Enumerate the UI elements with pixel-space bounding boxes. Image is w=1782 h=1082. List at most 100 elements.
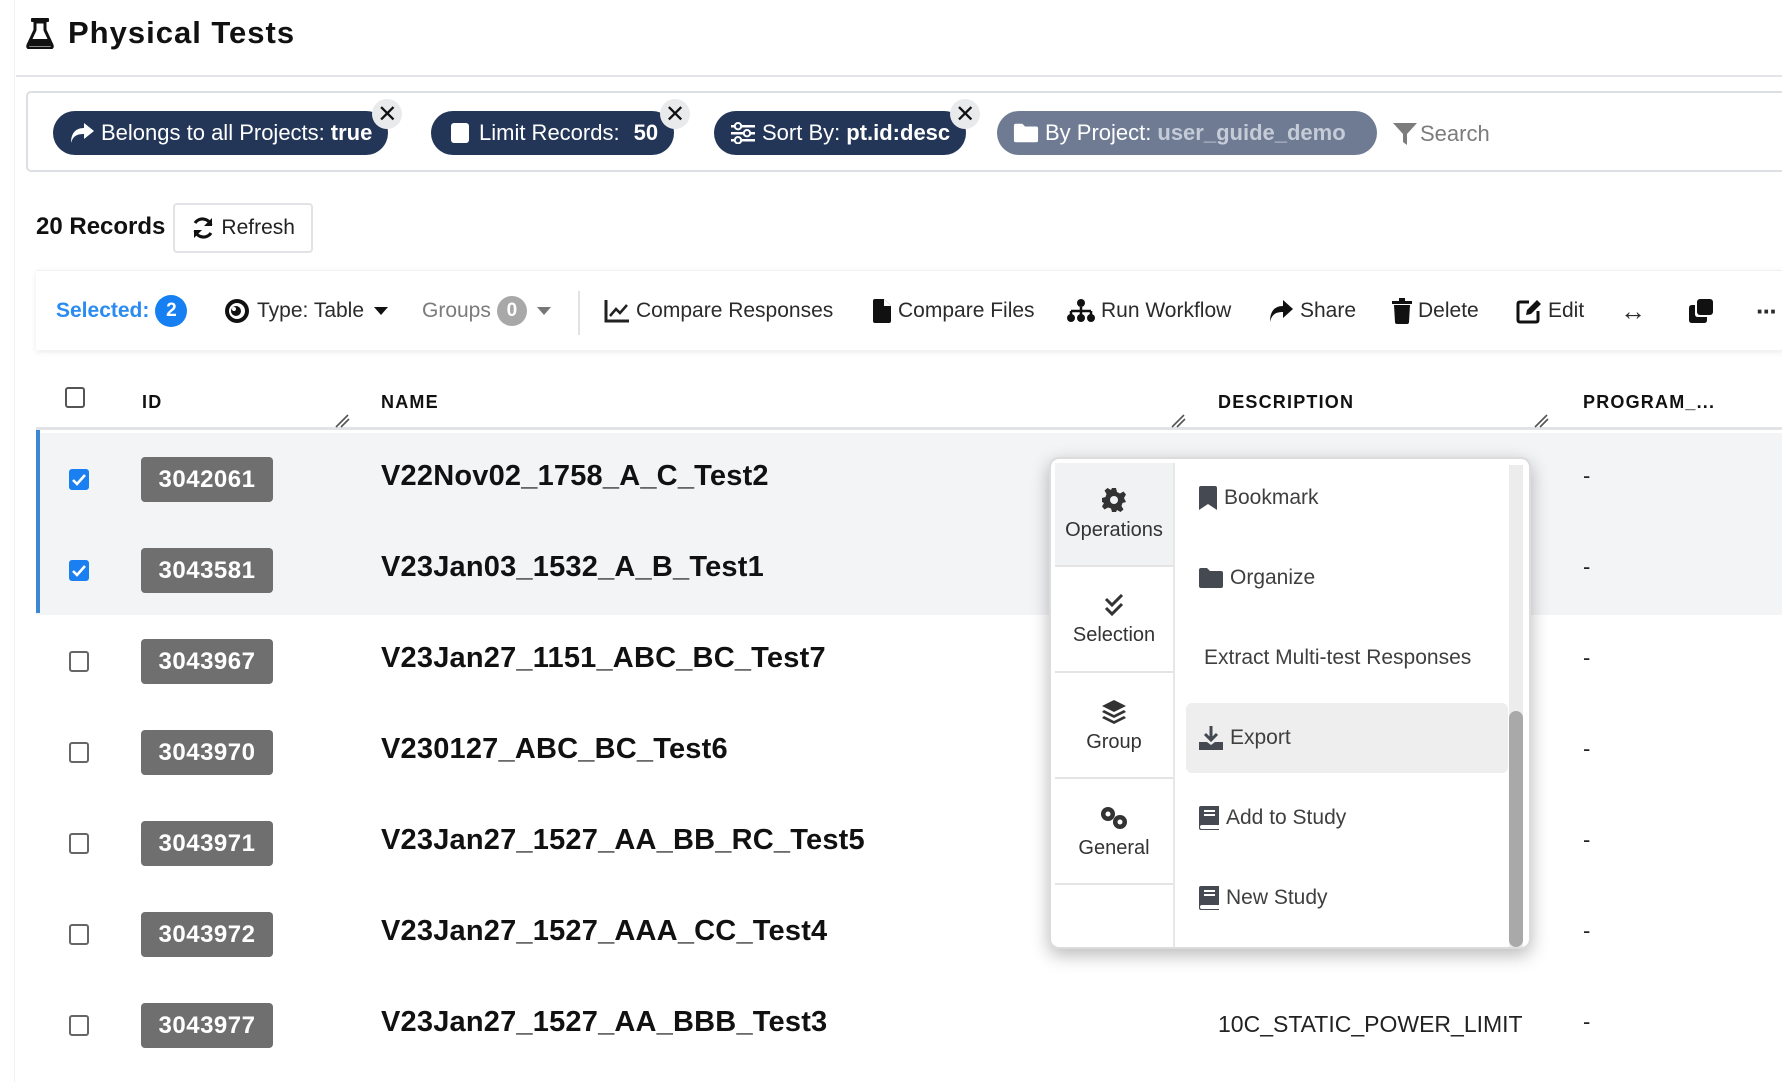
popup-menu-items: Bookmark Organize Extract Multi-test Res… <box>1186 463 1508 947</box>
edit-button[interactable]: Edit <box>1516 271 1584 351</box>
expand-columns-button[interactable]: ↔ <box>1620 271 1646 351</box>
row-checkbox[interactable] <box>69 833 89 854</box>
column-resize-handle[interactable] <box>1533 412 1549 428</box>
gear-icon <box>1102 487 1126 512</box>
chip-value: user_guide_demo <box>1157 120 1346 145</box>
compare-files-button[interactable]: Compare Files <box>872 271 1035 351</box>
filter-chip-sort-by[interactable]: Sort By: pt.id:desc ✕ <box>714 99 981 155</box>
search-filter-button[interactable]: Search <box>1392 117 1490 151</box>
popup-tab-group[interactable]: Group <box>1055 675 1173 779</box>
row-checkbox[interactable] <box>69 924 89 945</box>
compare-responses-button[interactable]: Compare Responses <box>604 271 833 351</box>
column-resize-handle[interactable] <box>334 412 350 428</box>
run-workflow-button[interactable]: Run Workflow <box>1067 271 1231 351</box>
record-name[interactable]: V23Jan27_1527_AAA_CC_Test4 <box>381 915 827 948</box>
record-name[interactable]: V23Jan03_1532_A_B_Test1 <box>381 551 764 584</box>
menu-item-extract-multi-test-responses[interactable]: Extract Multi-test Responses <box>1186 623 1508 693</box>
chip-value: 50 <box>633 120 659 145</box>
page-title: Physical Tests <box>68 15 296 50</box>
record-count: 20 Records <box>36 213 166 240</box>
edit-label: Edit <box>1548 299 1585 322</box>
more-options-button[interactable]: ··· <box>1756 271 1778 351</box>
popup-tab-operations[interactable]: Operations <box>1055 463 1173 567</box>
book-icon <box>1199 886 1219 910</box>
column-header-name[interactable]: NAME <box>381 392 439 413</box>
selected-count[interactable]: Selected: 2 <box>56 271 188 351</box>
menu-item-organize[interactable]: Organize <box>1186 543 1508 613</box>
popup-tab-general[interactable]: General <box>1055 781 1173 885</box>
chip-label: Belongs to all Projects: <box>101 120 325 145</box>
record-program: - <box>1583 554 1591 579</box>
double-check-icon <box>1104 593 1124 616</box>
filter-chip-limit-records[interactable]: Limit Records: 50 ✕ <box>431 99 691 155</box>
type-dropdown[interactable]: Type: Table <box>223 271 389 351</box>
record-id-badge[interactable]: 3043581 <box>141 548 273 593</box>
row-checkbox[interactable] <box>69 1015 89 1036</box>
menu-item-new-study[interactable]: New Study <box>1186 863 1508 933</box>
chip-value: true <box>330 120 373 145</box>
compare-files-label: Compare Files <box>898 299 1035 322</box>
remove-filter-button[interactable]: ✕ <box>660 99 691 129</box>
record-program: - <box>1583 827 1591 852</box>
record-id-badge[interactable]: 3043967 <box>141 639 273 684</box>
selection-toolbar: Selected: 2 Type: Table Groups 0 Compare… <box>36 270 1782 350</box>
record-name[interactable]: V23Jan27_1527_AA_BB_RC_Test5 <box>381 824 865 857</box>
groups-dropdown[interactable]: Groups 0 <box>422 271 551 351</box>
flask-icon <box>26 18 54 49</box>
record-id-badge[interactable]: 3043971 <box>141 821 273 866</box>
menu-item-export[interactable]: Export <box>1186 703 1508 773</box>
popup-category-tabs: Operations Selection Group General <box>1055 463 1173 885</box>
groups-count-badge: 0 <box>496 296 527 326</box>
toolbar-separator <box>578 291 580 335</box>
remove-filter-button[interactable]: ✕ <box>950 99 981 129</box>
refresh-button[interactable]: Refresh <box>173 203 313 253</box>
share-button[interactable]: Share <box>1268 271 1356 351</box>
book-icon <box>1199 806 1219 830</box>
trash-icon <box>1392 298 1412 324</box>
table-header: ID NAME DESCRIPTION PROGRAM_... <box>36 370 1782 430</box>
column-header-id[interactable]: ID <box>142 392 162 413</box>
compare-responses-label: Compare Responses <box>636 299 834 322</box>
record-id-badge[interactable]: 3043977 <box>141 1003 273 1048</box>
popup-scrollbar-thumb[interactable] <box>1509 711 1523 947</box>
filter-bar: Belongs to all Projects: true ✕ Limit Re… <box>26 91 1782 172</box>
record-id-badge[interactable]: 3043972 <box>141 912 273 957</box>
chip-label: Limit Records: <box>479 120 620 145</box>
record-name[interactable]: V23Jan27_1151_ABC_BC_Test7 <box>381 642 826 675</box>
share-icon <box>1270 300 1293 322</box>
column-resize-handle[interactable] <box>1170 412 1186 428</box>
left-border <box>14 0 15 1082</box>
select-all-checkbox[interactable] <box>65 387 85 408</box>
refresh-icon <box>193 217 213 239</box>
arrows-horizontal-icon: ↔ <box>1620 295 1646 326</box>
chip-label: Sort By: <box>762 120 841 145</box>
menu-item-bookmark[interactable]: Bookmark <box>1186 463 1508 533</box>
selected-label: Selected: <box>56 299 150 322</box>
table-row[interactable]: 3043977 V23Jan27_1527_AA_BBB_Test3 10C_S… <box>36 979 1782 1070</box>
record-name[interactable]: V230127_ABC_BC_Test6 <box>381 733 728 766</box>
row-checkbox[interactable] <box>69 742 89 763</box>
menu-item-add-to-study[interactable]: Add to Study <box>1186 783 1508 853</box>
row-checkbox[interactable] <box>69 560 89 581</box>
chip-label: By Project: <box>1045 120 1152 145</box>
filter-chip-belongs-to-all-projects[interactable]: Belongs to all Projects: true ✕ <box>53 99 403 155</box>
gears-icon <box>1101 806 1127 829</box>
bookmark-icon <box>1199 486 1217 510</box>
record-name[interactable]: V23Jan27_1527_AA_BBB_Test3 <box>381 1006 827 1039</box>
row-checkbox[interactable] <box>69 651 89 672</box>
header-divider <box>16 75 1782 77</box>
copy-button[interactable] <box>1688 271 1714 351</box>
popup-tab-selection[interactable]: Selection <box>1055 569 1173 673</box>
row-checkbox[interactable] <box>69 469 89 490</box>
filter-chip-by-project[interactable]: By Project: user_guide_demo <box>997 111 1377 155</box>
record-name[interactable]: V22Nov02_1758_A_C_Test2 <box>381 460 769 493</box>
column-header-program[interactable]: PROGRAM_... <box>1583 392 1715 413</box>
page-header: Physical Tests <box>26 12 295 54</box>
delete-button[interactable]: Delete <box>1392 271 1479 351</box>
remove-filter-button[interactable]: ✕ <box>372 99 403 129</box>
record-id-badge[interactable]: 3043970 <box>141 730 273 775</box>
tab-label: Selection <box>1072 623 1156 646</box>
menu-item-label: Add to Study <box>1226 806 1347 829</box>
record-id-badge[interactable]: 3042061 <box>141 457 273 502</box>
column-header-description[interactable]: DESCRIPTION <box>1218 392 1354 413</box>
